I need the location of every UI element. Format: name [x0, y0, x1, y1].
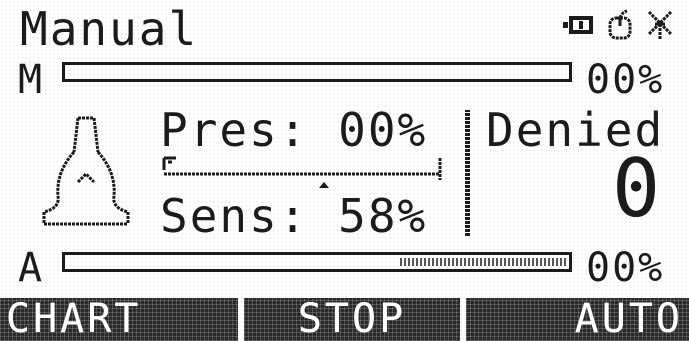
auto-bar-label: A: [18, 245, 45, 291]
mode-title: Manual: [20, 2, 199, 56]
status-icons: [561, 8, 675, 42]
stop-button-label: STOP: [297, 298, 407, 341]
sensitivity-readout: Sens: 58%: [160, 189, 428, 243]
antenna-icon: [645, 8, 675, 42]
manual-percent: 00%: [586, 57, 665, 103]
auto-preset-range: [400, 258, 566, 266]
vertical-divider: [465, 110, 470, 236]
sensitivity-slider-track: [162, 156, 442, 188]
manual-level-bar: [62, 62, 572, 82]
auto-button-label: AUTO: [574, 298, 683, 341]
auto-level-bar: [62, 252, 572, 272]
manual-bar-label: M: [18, 57, 45, 103]
stop-button[interactable]: STOP: [244, 298, 460, 341]
battery-icon: [561, 14, 595, 36]
sensitivity-slider-marker: [319, 182, 329, 188]
chart-button[interactable]: CHART: [0, 298, 238, 341]
auto-percent: 00%: [586, 245, 665, 291]
mouse-icon: [607, 8, 633, 42]
sensitivity-slider[interactable]: [160, 156, 444, 192]
softkey-bar: CHART STOP AUTO: [0, 298, 689, 341]
chart-button-label: CHART: [6, 298, 142, 341]
lcd-screen: Manual M 00% Pres: 00% Sens: 58% Denied …: [0, 0, 689, 341]
pressure-readout: Pres: 00%: [160, 103, 428, 157]
access-counter: 0: [612, 142, 663, 235]
auto-button[interactable]: AUTO: [466, 298, 689, 341]
pressure-sensor-icon: [34, 112, 138, 235]
